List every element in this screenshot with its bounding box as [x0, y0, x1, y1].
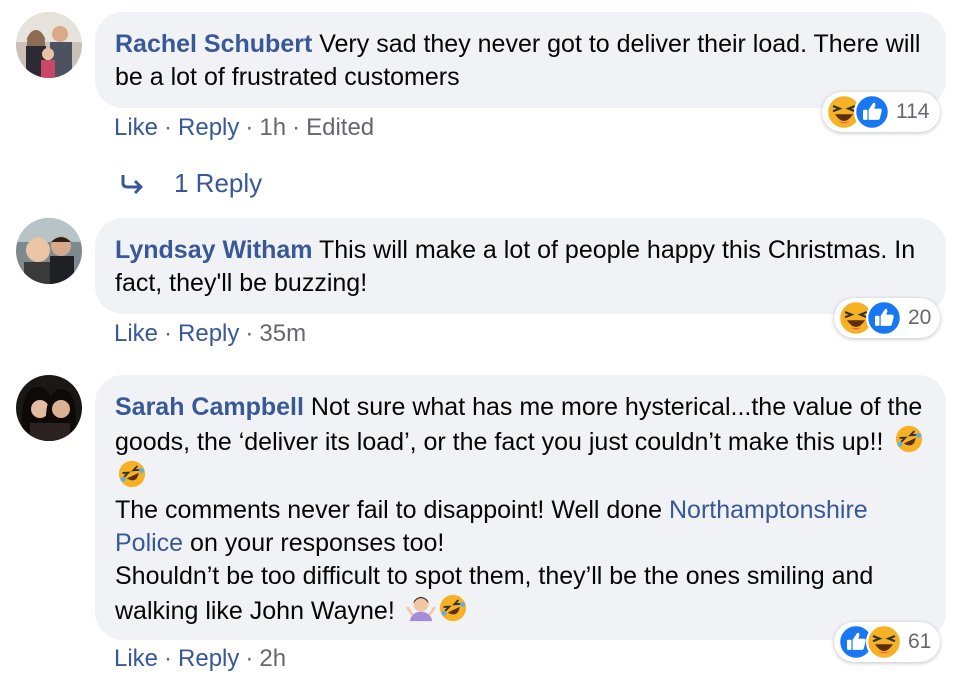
reaction-icons [838, 300, 902, 336]
comment-author[interactable]: Rachel Schubert [115, 30, 312, 58]
like-icon [866, 300, 902, 336]
rolling-laughing-emoji-icon [117, 459, 147, 489]
reply-button[interactable]: Reply [178, 320, 239, 347]
like-button[interactable]: Like [114, 645, 158, 672]
comment-bubble: Lyndsay Witham This will make a lot of p… [95, 218, 946, 314]
comment-author[interactable]: Sarah Campbell [115, 393, 304, 421]
avatar-photo-icon [16, 12, 82, 78]
reaction-summary[interactable]: 20 [834, 298, 940, 338]
replies-count-label[interactable]: 1 Reply [174, 168, 262, 199]
comment-actions: Like · Reply · 2h [114, 645, 286, 673]
reaction-summary[interactable]: 61 [834, 622, 940, 662]
separator-dot: · [164, 114, 173, 141]
edited-label[interactable]: Edited [306, 114, 374, 141]
like-button[interactable]: Like [114, 320, 158, 347]
comment-bubble: Sarah Campbell Not sure what has me more… [95, 375, 946, 640]
rolling-laughing-emoji-icon [894, 424, 924, 454]
reaction-count: 114 [896, 100, 930, 123]
reply-button[interactable]: Reply [178, 114, 239, 141]
avatar-photo-icon [16, 218, 82, 284]
comment-actions: Like · Reply · 35m [114, 320, 306, 348]
separator-dot: · [164, 645, 173, 672]
separator-dot: · [292, 114, 301, 141]
reply-button[interactable]: Reply [178, 645, 239, 672]
comment-author[interactable]: Lyndsay Witham [115, 236, 313, 264]
reply-arrow-icon [120, 173, 146, 195]
like-button[interactable]: Like [114, 114, 158, 141]
haha-icon [866, 624, 902, 660]
comment-text-part3: on your responses too! [190, 529, 445, 557]
view-replies-link[interactable]: 1 Reply [120, 168, 262, 199]
comment-text-part2: The comments never fail to disappoint! W… [115, 496, 663, 524]
timestamp[interactable]: 2h [259, 645, 286, 672]
avatar[interactable] [16, 12, 82, 78]
avatar[interactable] [16, 218, 82, 284]
separator-dot: · [164, 320, 173, 347]
separator-dot: · [245, 114, 254, 141]
reaction-summary[interactable]: 114 [822, 92, 940, 132]
rolling-laughing-emoji-icon [438, 593, 468, 623]
separator-dot: · [245, 645, 254, 672]
timestamp[interactable]: 1h [259, 114, 286, 141]
separator-dot: · [245, 320, 254, 347]
reaction-icons [826, 94, 890, 130]
like-icon [854, 94, 890, 130]
avatar[interactable] [16, 375, 82, 441]
reaction-count: 20 [908, 306, 932, 329]
comment-bubble: Rachel Schubert Very sad they never got … [95, 12, 946, 108]
comment-text-part4: Shouldn’t be too difficult to spot them,… [115, 562, 874, 625]
comment-actions: Like · Reply · 1h · Edited [114, 114, 374, 142]
shrug-emoji-icon [406, 593, 436, 623]
reaction-count: 61 [908, 630, 932, 653]
reaction-icons [838, 624, 902, 660]
avatar-photo-icon [16, 375, 82, 441]
timestamp[interactable]: 35m [259, 320, 306, 347]
